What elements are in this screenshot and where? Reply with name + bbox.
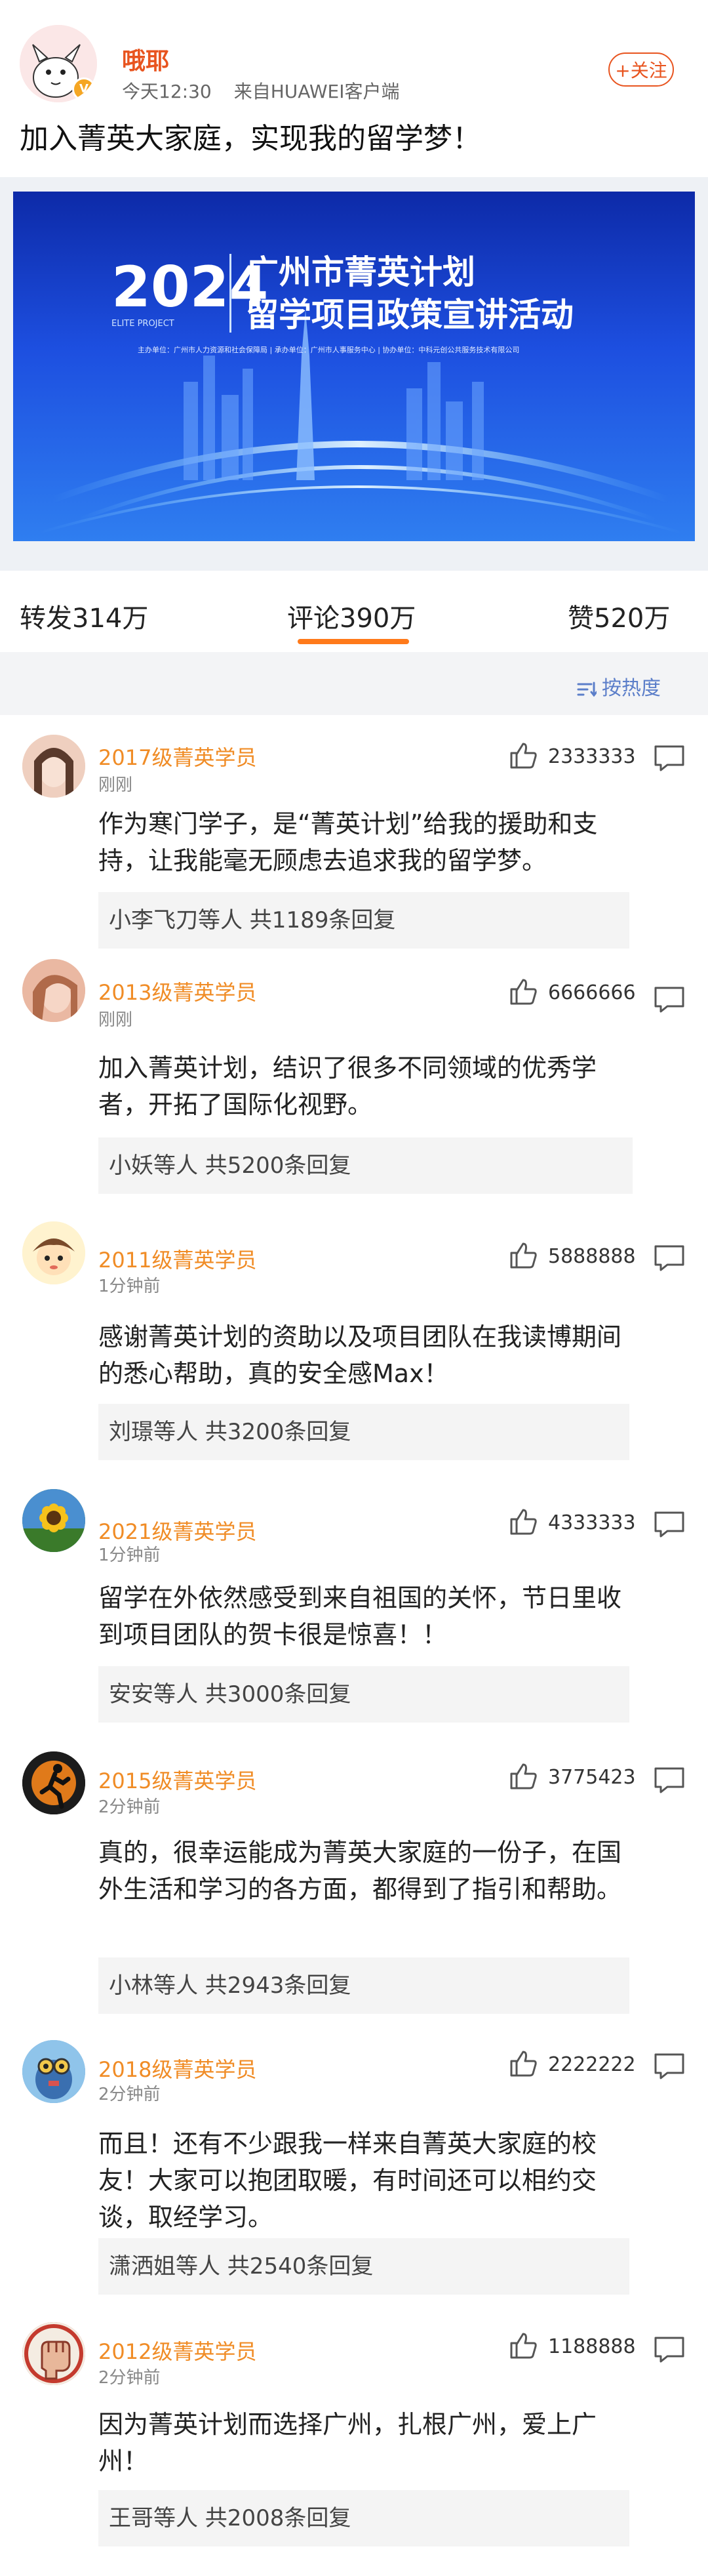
like-count: 2222222	[548, 2053, 636, 2076]
banner-graphic: 2024 ELITE PROJECT 广州市菁英计划 留学项目政策宣讲活动 主办…	[39, 253, 682, 534]
banner-organizers: 主办单位：广州市人力资源和社会保障局 | 承办单位：广州市人事服务中心 | 协办…	[138, 345, 519, 354]
comment-username[interactable]: 2017级菁英学员	[98, 741, 256, 771]
comment-item: 2018级菁英学员 2分钟前 2222222 而且！还有不少跟我一样来自菁英大家…	[0, 2020, 708, 2309]
post-image-container: 2024 ELITE PROJECT 广州市菁英计划 留学项目政策宣讲活动 主办…	[0, 177, 708, 571]
thumbs-up-icon[interactable]	[507, 740, 539, 771]
thumbs-up-icon[interactable]	[507, 1240, 539, 1271]
thumbs-up-icon[interactable]	[507, 2330, 539, 2361]
sort-bar: 按热度	[0, 652, 708, 715]
cartoon-avatar-icon	[22, 1221, 85, 1284]
comment-item: 2021级菁英学员 1分钟前 4333333 留学在外依然感受到来自祖国的关怀，…	[0, 1476, 708, 1738]
sort-icon	[577, 682, 598, 697]
comment-bubble-icon[interactable]	[653, 2335, 686, 2364]
comment-avatar[interactable]	[22, 959, 85, 1022]
post-header: V 哦耶 今天12:30 来自HUAWEI客户端 +关注	[0, 0, 708, 105]
post-meta: 今天12:30 来自HUAWEI客户端	[122, 77, 400, 104]
tab-repost[interactable]: 转发314万	[20, 597, 148, 635]
post-time: 今天12:30	[122, 81, 212, 102]
comment-text: 加入菁英计划，结识了很多不同领域的优秀学者，开拓了国际化视野。	[98, 1053, 597, 1119]
cartoon-avatar-icon	[22, 2040, 85, 2103]
comment-username[interactable]: 2011级菁英学员	[98, 1244, 256, 1274]
comment-text: 留学在外依然感受到来自祖国的关怀，节日里收到项目团队的贺卡很是惊喜！！	[98, 1584, 622, 1649]
sort-by-heat-button[interactable]: 按热度	[577, 672, 661, 701]
comment-avatar[interactable]	[22, 1751, 85, 1814]
comment-username[interactable]: 2015级菁英学员	[98, 1765, 256, 1795]
banner-year: 2024	[111, 255, 268, 320]
fist-illustration-icon	[22, 2322, 85, 2385]
comment-time: 刚刚	[98, 775, 133, 795]
user-photo-icon	[22, 735, 85, 798]
post-banner-image[interactable]: 2024 ELITE PROJECT 广州市菁英计划 留学项目政策宣讲活动 主办…	[13, 192, 695, 541]
comment-time: 1分钟前	[98, 1277, 161, 1296]
sort-label: 按热度	[602, 677, 661, 700]
like-count: 2333333	[548, 745, 636, 768]
verified-badge-icon: V	[72, 77, 96, 101]
tab-like[interactable]: 赞520万	[568, 597, 670, 635]
like-count: 6666666	[548, 981, 636, 1004]
comment-item: 2011级菁英学员 1分钟前 5888888 感谢菁英计划的资助以及项目团队在我…	[0, 1207, 708, 1476]
comment-text: 而且！还有不少跟我一样来自菁英大家庭的校友！大家可以抱团取暖，有时间还可以相约交…	[98, 2129, 597, 2232]
comment-username[interactable]: 2013级菁英学员	[98, 976, 256, 1006]
like-count: 3775423	[548, 1766, 636, 1789]
comment-replies-summary[interactable]: 小妖等人 共5200条回复	[98, 1137, 633, 1194]
comment-bubble-icon[interactable]	[653, 985, 686, 1014]
comment-replies-summary[interactable]: 王哥等人 共2008条回复	[98, 2490, 629, 2546]
thumbs-up-icon[interactable]	[507, 2048, 539, 2079]
comment-text: 真的，很幸运能成为菁英大家庭的一份子，在国外生活和学习的各方面，都得到了指引和帮…	[98, 1838, 622, 1904]
comment-item: 2017级菁英学员 刚刚 2333333 作为寒门学子，是“菁英计划”给我的援助…	[0, 722, 708, 951]
comment-replies-summary[interactable]: 小林等人 共2943条回复	[98, 1957, 629, 2014]
banner-title-line1: 广州市菁英计划	[246, 253, 475, 291]
author-avatar[interactable]: V	[20, 25, 97, 102]
post-text: 加入菁英大家庭，实现我的留学梦！	[20, 122, 481, 155]
comment-username[interactable]: 2012级菁英学员	[98, 2335, 256, 2365]
comment-item: 2013级菁英学员 刚刚 6666666 加入菁英计划，结识了很多不同领域的优秀…	[0, 951, 708, 1207]
like-count: 4333333	[548, 1511, 636, 1534]
active-tab-indicator	[298, 639, 409, 644]
thumbs-up-icon[interactable]	[507, 1761, 539, 1792]
tab-comment[interactable]: 评论390万	[287, 597, 416, 635]
comment-item: 2015级菁英学员 2分钟前 3775423 真的，很幸运能成为菁英大家庭的一份…	[0, 1738, 708, 2020]
comment-text: 因为菁英计划而选择广州，扎根广州，爱上广州！	[98, 2410, 597, 2476]
banner-elite-project: ELITE PROJECT	[111, 319, 174, 329]
thumbs-up-icon[interactable]	[507, 1506, 539, 1538]
comment-avatar[interactable]	[22, 2040, 85, 2103]
comment-text: 作为寒门学子，是“菁英计划”给我的援助和支持，让我能毫无顾虑去追求我的留学梦。	[98, 809, 598, 875]
comment-replies-summary[interactable]: 安安等人 共3000条回复	[98, 1666, 629, 1723]
comment-replies-summary[interactable]: 潇洒姐等人 共2540条回复	[98, 2238, 629, 2295]
post-stats-tabs: 转发314万 评论390万 赞520万	[0, 571, 708, 652]
comment-item: 2012级菁英学员 2分钟前 1188888 因为菁英计划而选择广州，扎根广州，…	[0, 2309, 708, 2576]
sunflower-photo-icon	[22, 1489, 85, 1552]
comment-time: 1分钟前	[98, 1545, 161, 1565]
comment-text: 感谢菁英计划的资助以及项目团队在我读博期间的悉心帮助，真的安全感Max！	[98, 1322, 622, 1388]
comment-avatar[interactable]	[22, 1489, 85, 1552]
comment-time: 刚刚	[98, 1010, 133, 1030]
comment-time: 2分钟前	[98, 1797, 161, 1817]
comment-avatar[interactable]	[22, 2322, 85, 2385]
thumbs-up-icon[interactable]	[507, 976, 539, 1008]
comment-avatar[interactable]	[22, 1221, 85, 1284]
post-source: 来自HUAWEI客户端	[233, 81, 400, 102]
comment-bubble-icon[interactable]	[653, 1244, 686, 1273]
author-name[interactable]: 哦耶	[122, 42, 169, 76]
comment-username[interactable]: 2018级菁英学员	[98, 2053, 256, 2083]
banner-title-line2: 留学项目政策宣讲活动	[246, 296, 574, 334]
comment-avatar[interactable]	[22, 735, 85, 798]
comment-replies-summary[interactable]: 刘璟等人 共3200条回复	[98, 1404, 629, 1460]
user-photo-icon	[22, 959, 85, 1022]
follow-button[interactable]: +关注	[608, 52, 674, 87]
like-count: 1188888	[548, 2335, 636, 2358]
like-count: 5888888	[548, 1245, 636, 1268]
comment-bubble-icon[interactable]	[653, 1510, 686, 1539]
comment-bubble-icon[interactable]	[653, 1766, 686, 1795]
comment-bubble-icon[interactable]	[653, 744, 686, 773]
comment-bubble-icon[interactable]	[653, 2052, 686, 2081]
comment-time: 2分钟前	[98, 2085, 161, 2104]
comment-replies-summary[interactable]: 小李飞刀等人 共1189条回复	[98, 892, 629, 949]
runner-silhouette-icon	[22, 1751, 85, 1814]
comment-time: 2分钟前	[98, 2368, 161, 2388]
